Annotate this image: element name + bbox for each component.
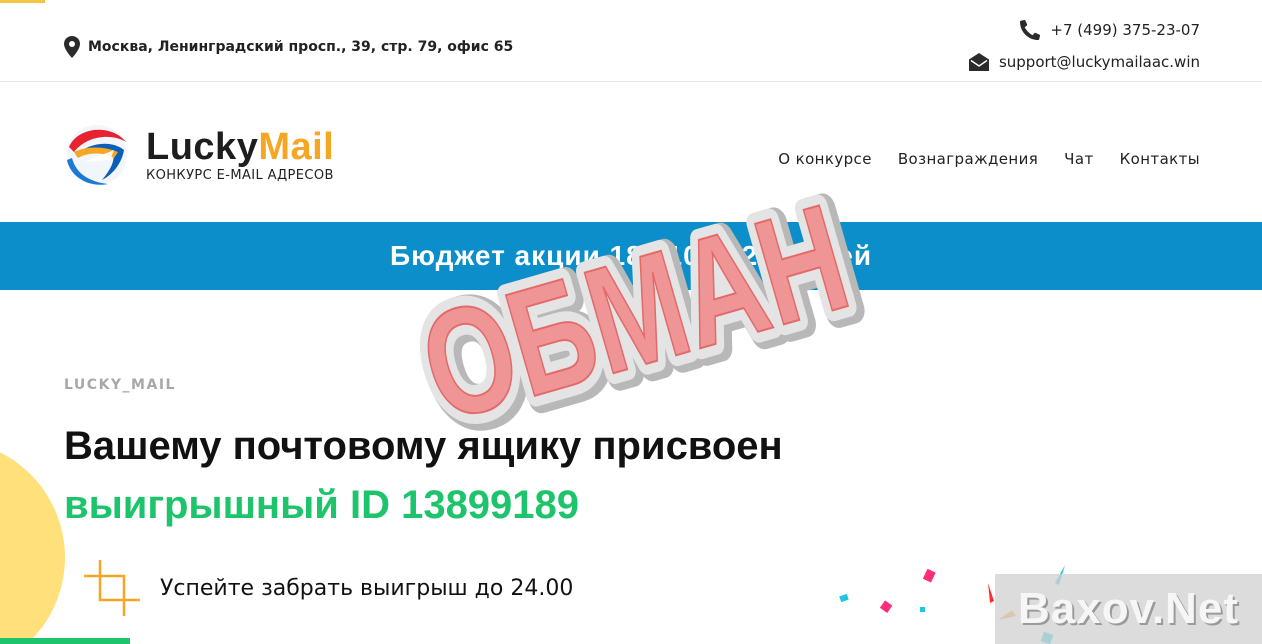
nav-item-chat[interactable]: Чат — [1064, 150, 1093, 168]
envelope-icon — [968, 53, 989, 71]
brand-mail: Mail — [258, 125, 335, 168]
email-text[interactable]: support@luckymailaac.win — [999, 53, 1200, 71]
top-accent-line — [0, 0, 45, 3]
headline: Вашему почтовому ящику присвоен — [64, 424, 783, 468]
watermark-text: Baxov.Net — [1018, 584, 1239, 633]
map-pin-icon — [64, 36, 80, 58]
budget-text: Бюджет акции 18 110 962 рублей — [389, 240, 873, 271]
address-block: Москва, Ленинградский просп., 39, стр. 7… — [64, 36, 513, 58]
bottom-accent — [0, 638, 130, 644]
brand-lucky: Lucky — [146, 125, 259, 168]
top-bar: Москва, Ленинградский просп., 39, стр. 7… — [0, 0, 1262, 82]
crop-icon — [84, 560, 140, 616]
nav-item-rewards[interactable]: Вознаграждения — [898, 150, 1038, 168]
address-text: Москва, Ленинградский просп., 39, стр. 7… — [88, 39, 514, 55]
budget-banner: Бюджет акции 18 110 962 рублей — [0, 222, 1262, 290]
phone-block[interactable]: +7 (499) 375-23-07 — [1020, 20, 1200, 40]
email-block[interactable]: support@luckymailaac.win — [968, 53, 1200, 71]
deadline-text: Успейте забрать выигрыш до 24.00 — [160, 576, 573, 601]
site-header: LuckyMail КОНКУРС E-MAIL АДРЕСОВ О конку… — [0, 82, 1262, 222]
page: Москва, Ленинградский просп., 39, стр. 7… — [0, 0, 1262, 644]
nav-item-contacts[interactable]: Контакты — [1120, 150, 1200, 168]
logo-text: LuckyMail КОНКУРС E-MAIL АДРЕСОВ — [146, 128, 334, 183]
nav-item-about[interactable]: О конкурсе — [778, 150, 872, 168]
brand-name: LuckyMail — [146, 128, 334, 166]
phone-text[interactable]: +7 (499) 375-23-07 — [1050, 21, 1200, 39]
phone-icon — [1020, 20, 1041, 40]
logo[interactable]: LuckyMail КОНКУРС E-MAIL АДРЕСОВ — [64, 122, 334, 188]
watermark: Baxov.Net — [995, 574, 1262, 644]
deadline-prefix: Успейте забрать выигрыш до — [160, 576, 511, 601]
brand-tagline: КОНКУРС E-MAIL АДРЕСОВ — [146, 167, 334, 183]
section-eyebrow: LUCKY_MAIL — [64, 377, 176, 393]
logo-globe-icon — [67, 125, 127, 185]
deadline-time: 24.00 — [510, 576, 574, 601]
main-nav: О конкурсе Вознаграждения Чат Контакты — [778, 150, 1200, 168]
winning-id-headline: выигрышный ID 13899189 — [64, 483, 580, 527]
decor-circle — [0, 440, 65, 644]
